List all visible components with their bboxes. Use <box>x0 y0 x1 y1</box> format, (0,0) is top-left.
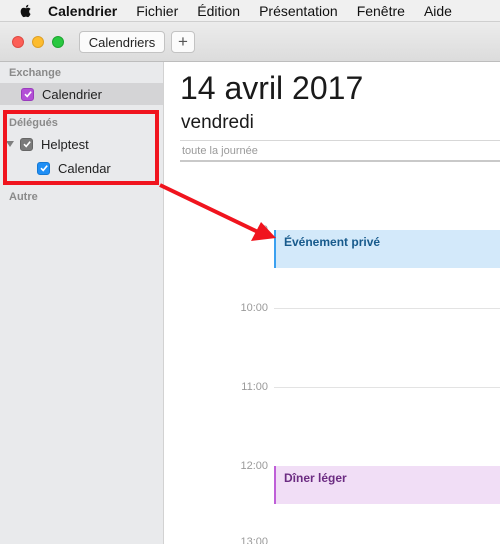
hour-label: 13:00 <box>240 536 268 544</box>
section-header-exchange: Exchange <box>9 67 61 79</box>
window-toolbar: Calendriers + <box>0 22 500 62</box>
menu-fichier[interactable]: Fichier <box>136 0 178 22</box>
close-window-button[interactable] <box>12 36 24 48</box>
add-event-button[interactable]: + <box>171 31 195 53</box>
sidebar-item-calendrier[interactable]: Calendrier <box>0 83 163 105</box>
checkbox-checked-icon[interactable] <box>21 87 34 101</box>
hour-label: 0 <box>261 224 268 236</box>
menu-aide[interactable]: Aide <box>424 0 452 22</box>
calendars-button[interactable]: Calendriers <box>79 31 165 53</box>
zoom-window-button[interactable] <box>52 36 64 48</box>
hour-label: 12:00 <box>240 460 268 472</box>
hour-label: 10:00 <box>240 302 268 314</box>
weekday-label: vendredi <box>181 112 254 133</box>
sidebar-item-label: Calendrier <box>42 86 102 102</box>
minimize-window-button[interactable] <box>32 36 44 48</box>
section-header-autre: Autre <box>9 191 38 203</box>
page-title: 14 avril 2017 <box>180 70 364 106</box>
event-dinner[interactable]: Dîner léger <box>274 466 500 504</box>
menu-fenetre[interactable]: Fenêtre <box>357 0 405 22</box>
all-day-row[interactable]: toute la journée <box>180 140 500 162</box>
hour-label: 11:00 <box>241 381 268 393</box>
menu-app-calendrier[interactable]: Calendrier <box>48 0 117 22</box>
hour-line <box>274 308 500 309</box>
day-view: 14 avril 2017 vendredi toute la journée … <box>164 62 500 544</box>
menu-edition[interactable]: Édition <box>197 0 240 22</box>
annotation-highlight-box <box>3 110 159 185</box>
menu-bar: Calendrier Fichier Édition Présentation … <box>0 0 500 22</box>
menu-presentation[interactable]: Présentation <box>259 0 338 22</box>
hour-line <box>274 387 500 388</box>
event-private[interactable]: Événement privé <box>274 230 500 268</box>
apple-icon[interactable] <box>18 3 34 19</box>
